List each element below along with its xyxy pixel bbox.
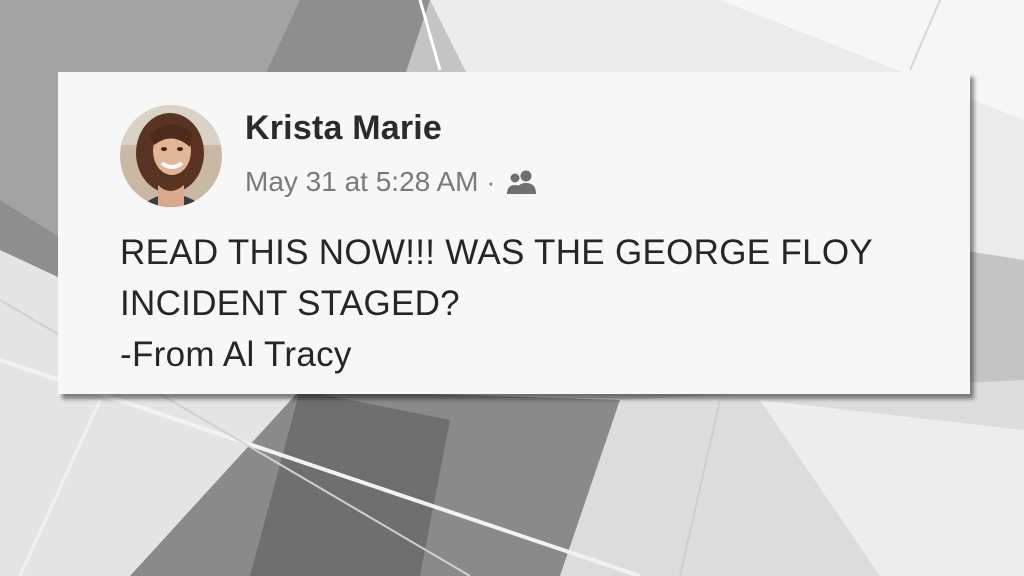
post-card: Krista Marie May 31 at 5:28 AM · READ TH… [58,72,970,394]
author-name[interactable]: Krista Marie [245,109,442,148]
meta-separator: · [486,166,496,197]
post-timestamp[interactable]: May 31 at 5:28 AM [245,166,478,198]
post-body-line: INCIDENT STAGED? [120,284,460,323]
post-body: READ THIS NOW!!! WAS THE GEORGE FLOY INC… [120,227,960,380]
friends-icon[interactable] [505,169,539,195]
avatar[interactable] [120,105,222,207]
post-body-line: -From Al Tracy [120,335,352,374]
profile-photo [120,105,222,207]
post-meta: May 31 at 5:28 AM · [245,164,539,200]
post-body-line: READ THIS NOW!!! WAS THE GEORGE FLOY [120,233,874,272]
